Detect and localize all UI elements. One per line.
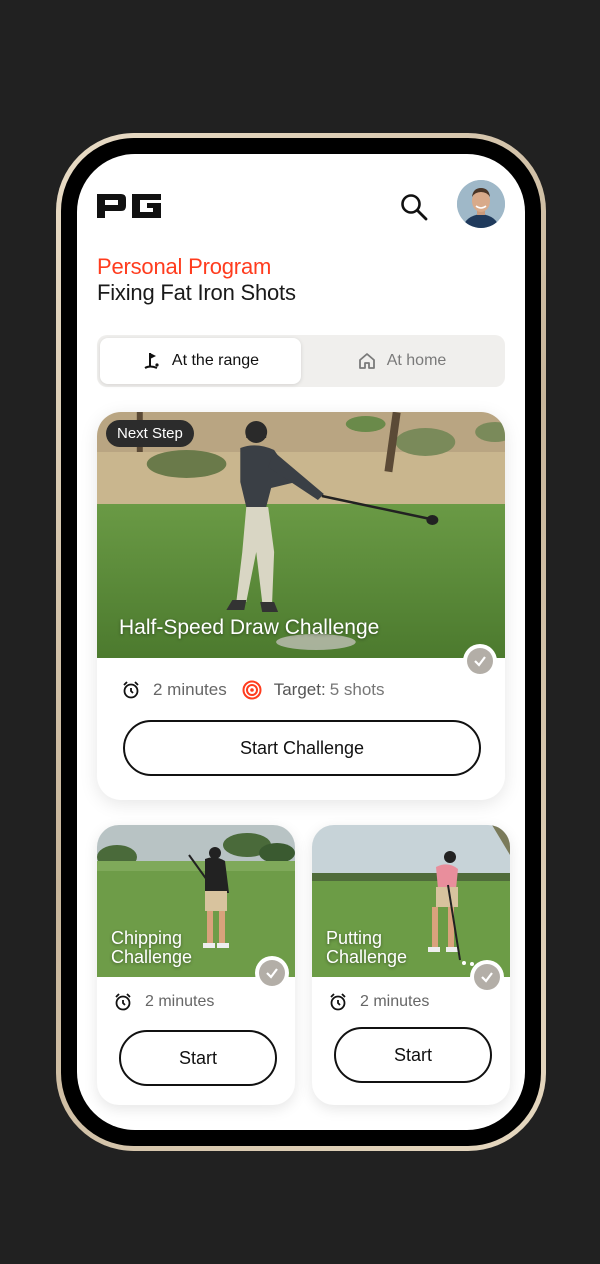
check-icon <box>467 648 493 674</box>
completed-check <box>255 956 289 990</box>
phone-frame: Personal Program Fixing Fat Iron Shots A… <box>56 133 546 1151</box>
check-icon <box>259 960 285 986</box>
target-value: 5 shots <box>329 680 385 699</box>
home-icon <box>358 353 375 369</box>
tab-at-home[interactable]: At home <box>301 338 502 384</box>
start-challenge-button[interactable]: Start Challenge <box>123 720 481 776</box>
duration-text: 2 minutes <box>153 680 227 699</box>
featured-meta: 2 minutes Target: 5 shots <box>121 680 385 700</box>
program-title: Fixing Fat Iron Shots <box>97 280 296 305</box>
next-step-badge: Next Step <box>106 420 194 447</box>
location-toggle: At the range At home <box>97 335 505 387</box>
featured-challenge-title: Half-Speed Draw Challenge <box>119 616 380 639</box>
check-icon <box>474 964 500 990</box>
pg-logo <box>97 194 161 218</box>
alarm-clock-icon <box>330 993 346 1011</box>
duration-text: 2 minutes <box>145 993 215 1010</box>
target-label: Target: <box>273 680 326 699</box>
app-screen: Personal Program Fixing Fat Iron Shots A… <box>77 154 525 1130</box>
putting-challenge-card[interactable]: Putting Challenge 2 minutes Start <box>312 825 510 1105</box>
target-icon <box>242 680 262 700</box>
program-label: Personal Program <box>97 254 272 279</box>
golf-flag-icon <box>144 353 159 369</box>
tab-label: At the range <box>171 352 260 369</box>
avatar-photo <box>457 180 505 228</box>
completed-check <box>470 960 504 994</box>
tab-at-the-range[interactable]: At the range <box>100 338 301 384</box>
putting-meta: 2 minutes <box>328 992 429 1012</box>
avatar[interactable] <box>457 180 505 228</box>
tab-label: At home <box>386 352 447 369</box>
program-header: Personal Program Fixing Fat Iron Shots <box>97 254 296 306</box>
chipping-meta: 2 minutes <box>113 992 214 1012</box>
alarm-clock-icon <box>123 681 139 699</box>
alarm-clock-icon <box>115 993 131 1011</box>
chipping-start-button[interactable]: Start <box>119 1030 277 1086</box>
completed-check <box>463 644 497 678</box>
featured-challenge-card[interactable]: Next Step Half-Speed Draw Challenge 2 mi… <box>97 412 505 800</box>
duration-text: 2 minutes <box>360 993 430 1010</box>
putting-challenge-title: Putting Challenge <box>326 928 408 967</box>
putting-start-button[interactable]: Start <box>334 1027 492 1083</box>
search-icon[interactable] <box>399 192 429 222</box>
app-header <box>97 180 505 232</box>
chipping-challenge-title: Chipping Challenge <box>111 928 193 967</box>
phone-bezel: Personal Program Fixing Fat Iron Shots A… <box>61 138 541 1146</box>
chipping-challenge-card[interactable]: Chipping Challenge 2 minutes Start <box>97 825 295 1105</box>
